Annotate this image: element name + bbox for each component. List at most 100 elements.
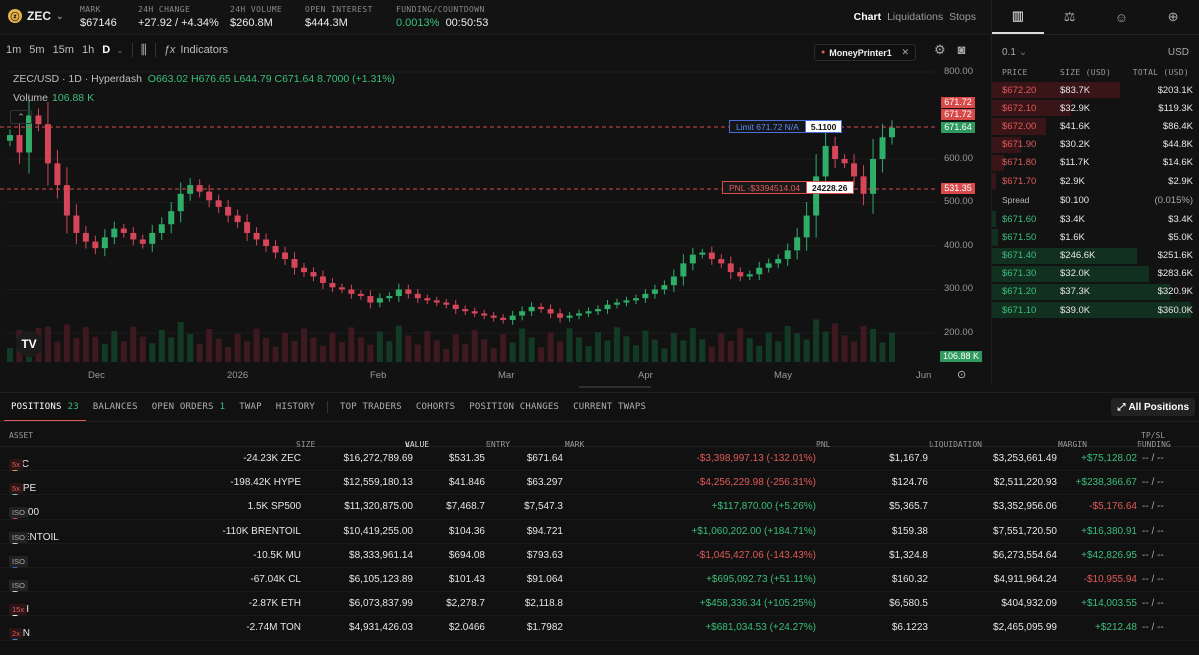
- position-row[interactable]: ▽TON2x-2.74M TON$4,931,426.03$2.0466$1.7…: [0, 616, 1199, 641]
- indicators-icon[interactable]: ƒx: [164, 44, 176, 56]
- candle-body: [727, 263, 734, 273]
- timeframe-1h[interactable]: 1h: [78, 44, 98, 56]
- reset-chart-icon[interactable]: ⊙: [957, 368, 966, 381]
- dot-icon: ●: [821, 49, 826, 56]
- tpsl-cell[interactable]: -- / --: [1142, 550, 1164, 561]
- position-row[interactable]: ⓩZEC5x-24.23K ZEC$16,272,789.69$531.35$6…: [0, 447, 1199, 472]
- close-icon[interactable]: ✕: [901, 47, 909, 58]
- x-tick: Feb: [370, 370, 387, 381]
- ask-row[interactable]: $671.80 $11.7K $14.6K: [992, 154, 1199, 172]
- candle-body: [414, 293, 421, 299]
- symbol-selector[interactable]: ⓩ ZEC ⌄: [8, 9, 64, 23]
- price-chart[interactable]: ZEC/USD · 1D · Hyperdash O663.02 H676.65…: [0, 64, 990, 386]
- account-chip[interactable]: ● MoneyPrinter1 ✕: [814, 44, 916, 61]
- entry-cell: $694.08: [448, 549, 485, 561]
- timeframe-15m[interactable]: 15m: [49, 44, 78, 56]
- volume-bar: [44, 326, 51, 362]
- camera-icon[interactable]: ◙: [958, 42, 966, 58]
- position-row[interactable]: ≋SP5005xISO1.5K SP500$11,320,875.00$7,46…: [0, 495, 1199, 520]
- limit-order-label[interactable]: Limit 671.72 N/A 5.1100: [729, 120, 843, 133]
- position-row[interactable]: ◆ETH15x-2.87K ETH$6,073,837.99$2,278.7$2…: [0, 592, 1199, 617]
- candle-body: [158, 224, 165, 233]
- position-row[interactable]: ∞HYPE5x-198.42K HYPE$12,559,180.13$41.84…: [0, 471, 1199, 496]
- candle-body: [851, 163, 858, 177]
- tpsl-cell[interactable]: -- / --: [1142, 477, 1164, 488]
- volume-bar: [405, 335, 412, 362]
- collapse-legend-icon[interactable]: ⌃: [10, 110, 32, 124]
- ask-row[interactable]: $671.70 $2.9K $2.9K: [992, 172, 1199, 190]
- margin-cell: $2,465,095.99: [993, 622, 1057, 634]
- ask-row[interactable]: $672.20 $83.7K $203.1K: [992, 81, 1199, 99]
- timeframe-1m[interactable]: 1m: [2, 44, 25, 56]
- tpsl-cell[interactable]: -- / --: [1142, 622, 1164, 633]
- tab-stops[interactable]: Stops: [949, 11, 976, 23]
- tpsl-cell[interactable]: -- / --: [1142, 574, 1164, 585]
- bid-row[interactable]: $671.60 $3.4K $3.4K: [992, 210, 1199, 228]
- tpsl-cell[interactable]: -- / --: [1142, 526, 1164, 537]
- tab-balances[interactable]: BALANCES: [86, 393, 145, 421]
- crosshair-icon[interactable]: ⊕: [1147, 0, 1199, 34]
- tab-positions[interactable]: POSITIONS 23: [4, 393, 86, 421]
- position-row[interactable]: ●CL5xISO-67.04K CL$6,105,123.89$101.43$9…: [0, 568, 1199, 593]
- bid-row[interactable]: $671.20 $37.3K $320.9K: [992, 283, 1199, 301]
- ob-size: $2.9K: [1060, 175, 1085, 187]
- tab-history[interactable]: HISTORY: [269, 393, 322, 421]
- candle-body: [244, 222, 251, 233]
- zec-coin-icon: ⓩ: [8, 9, 22, 23]
- col-price: PRICE: [1002, 68, 1028, 77]
- ask-row[interactable]: $672.00 $41.6K $86.4K: [992, 117, 1199, 135]
- timeframe-d[interactable]: D: [98, 44, 114, 56]
- position-row[interactable]: ●BRENTOIL20xISO-110K BRENTOIL$10,419,255…: [0, 520, 1199, 544]
- bid-row[interactable]: $671.10 $39.0K $360.0K: [992, 301, 1199, 319]
- ob-size: $30.2K: [1060, 139, 1091, 151]
- tab-liquidations[interactable]: Liquidations: [887, 11, 943, 23]
- tpsl-cell[interactable]: -- / --: [1142, 501, 1164, 512]
- volume-bar: [149, 343, 156, 362]
- candle-body: [860, 176, 867, 194]
- tpsl-cell[interactable]: -- / --: [1142, 453, 1164, 464]
- ask-row[interactable]: $672.10 $32.9K $119.3K: [992, 99, 1199, 117]
- candle-body: [746, 274, 753, 277]
- tab-cohorts[interactable]: COHORTS: [409, 393, 462, 421]
- settings-icon[interactable]: ⚙: [934, 42, 946, 58]
- timeframe-5m[interactable]: 5m: [25, 44, 48, 56]
- indicators-button[interactable]: Indicators: [180, 44, 228, 56]
- orderbook-tabs: ▥ ⚖ ☺ ⊕: [992, 0, 1199, 35]
- y-tick: 300.00: [943, 283, 973, 294]
- volume-bar: [632, 345, 639, 362]
- scale-icon[interactable]: ⚖: [1044, 0, 1096, 34]
- tab-open-orders[interactable]: OPEN ORDERS 1: [145, 393, 232, 421]
- tab-chart[interactable]: Chart: [854, 11, 881, 23]
- bid-row[interactable]: $671.30 $32.0K $283.6K: [992, 265, 1199, 283]
- panel-resize-handle[interactable]: [579, 386, 651, 388]
- ob-total: $86.4K: [1162, 120, 1193, 132]
- ob-size: $41.6K: [1060, 120, 1091, 132]
- candle-body: [376, 298, 383, 303]
- candle-body: [310, 272, 317, 277]
- limit-price-tag: 671.72: [941, 109, 975, 120]
- all-positions-button[interactable]: ⤢ All Positions: [1111, 398, 1195, 416]
- position-row[interactable]: μMU10xISO-10.5K MU$8,333,961.14$694.08$7…: [0, 544, 1199, 568]
- ob-price: $671.70: [1002, 175, 1037, 187]
- candle-type-icon[interactable]: ⫼: [141, 42, 147, 58]
- smile-icon[interactable]: ☺: [1096, 0, 1148, 34]
- tab-top-traders[interactable]: TOP TRADERS: [333, 393, 409, 421]
- book-icon[interactable]: ▥: [992, 0, 1044, 34]
- tradingview-logo[interactable]: TV: [16, 331, 42, 357]
- chevron-down-icon[interactable]: ⌄: [116, 45, 124, 56]
- tab-current-twaps[interactable]: CURRENT TWAPS: [566, 393, 653, 421]
- bid-row[interactable]: $671.50 $1.6K $5.0K: [992, 228, 1199, 246]
- tick-size-select[interactable]: 0.1 ⌄: [1002, 47, 1027, 58]
- bid-row[interactable]: $671.40 $246.6K $251.6K: [992, 247, 1199, 265]
- col-asset[interactable]: ASSET: [9, 431, 33, 440]
- candle-body: [149, 232, 156, 244]
- ask-row[interactable]: $671.90 $30.2K $44.8K: [992, 136, 1199, 154]
- tab-position-changes[interactable]: POSITION CHANGES: [462, 393, 566, 421]
- position-pnl-label[interactable]: PNL -$3394514.04 24228.26: [722, 181, 854, 194]
- currency-select[interactable]: USD: [1168, 47, 1189, 58]
- tpsl-cell[interactable]: -- / --: [1142, 598, 1164, 609]
- tab-twap[interactable]: TWAP: [232, 393, 268, 421]
- funding-cell: +$42,826.95: [1081, 549, 1137, 561]
- col-tpsl[interactable]: TP/SL: [1141, 431, 1165, 440]
- candle-body: [841, 159, 848, 164]
